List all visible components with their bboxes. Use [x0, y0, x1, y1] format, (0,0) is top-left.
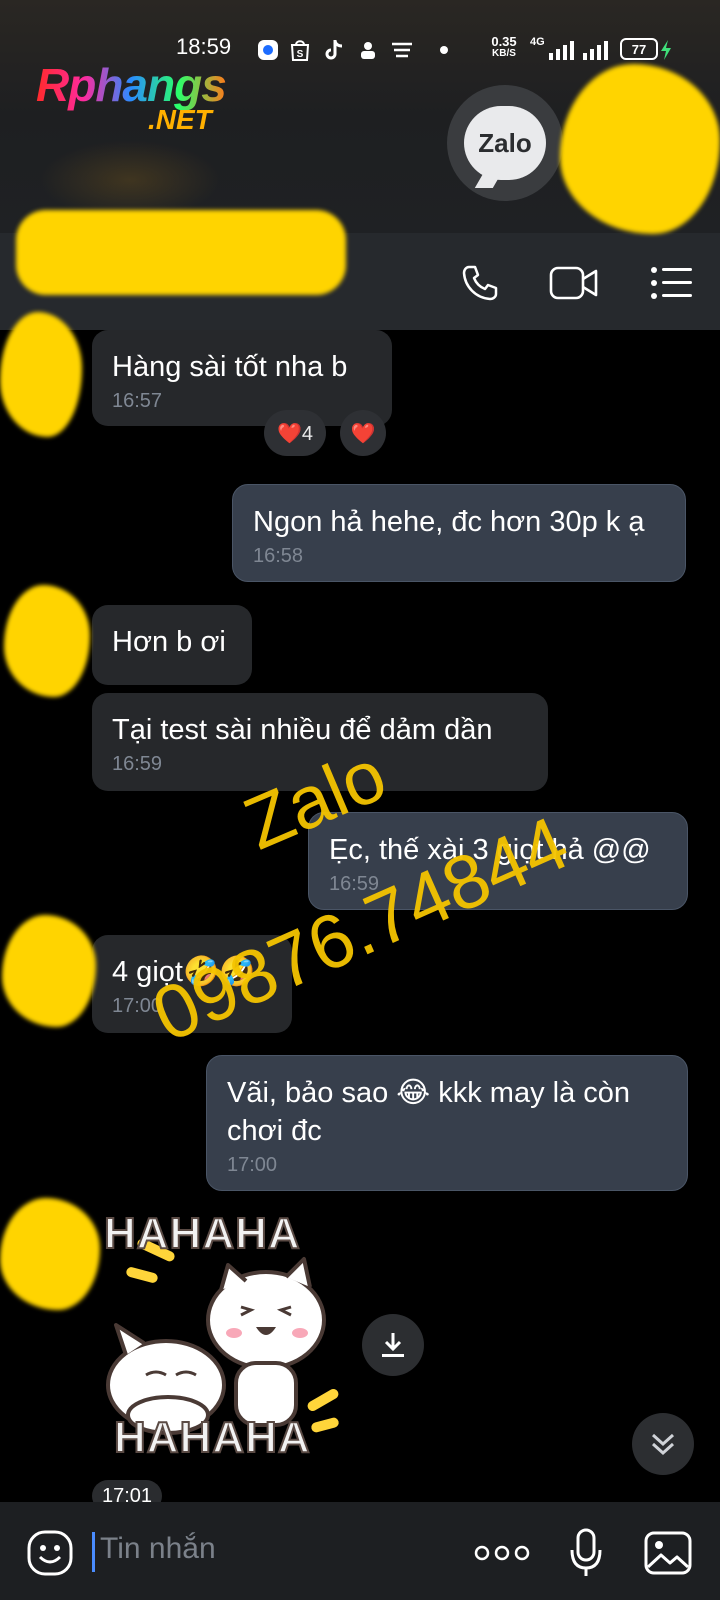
network-speed: 0.35 KB/S [491, 34, 517, 59]
message-time: 16:58 [253, 545, 304, 567]
message-text: Vãi, bảo sao 😂 kkk may là còn chơi đc [227, 1077, 631, 1147]
download-icon [382, 1333, 404, 1357]
data-saver-icon [390, 38, 414, 62]
zalo-logo-text: Zalo [478, 127, 532, 158]
react-heart-button[interactable]: ❤️ [340, 410, 386, 456]
redaction-avatar [0, 312, 82, 437]
video-camera-icon [549, 266, 598, 300]
double-chevron-down-icon [651, 1433, 675, 1456]
scroll-to-bottom-button[interactable] [632, 1413, 694, 1475]
reaction-summary[interactable]: ❤️4 [264, 410, 326, 456]
more-options-button[interactable] [470, 1525, 534, 1581]
site-watermark-suffix: .NET [148, 104, 212, 135]
svg-text:S: S [297, 49, 304, 60]
status-time: 18:59 [176, 34, 232, 59]
message-text: Ngon hả hehe, đc hơn 30p k ạ [253, 506, 645, 538]
message-text: Hơn b ơi [112, 626, 226, 658]
shopee-icon: S [288, 38, 312, 62]
app-notification-icon [256, 38, 280, 62]
redaction-avatar [560, 64, 720, 234]
text-caret [92, 1532, 95, 1572]
notification-dot-icon [432, 38, 456, 62]
message-text: Tại test sài nhiều để dảm dần [112, 714, 493, 746]
message-sent[interactable]: Vãi, bảo sao 😂 kkk may là còn chơi đc 17… [206, 1055, 688, 1191]
sticker-image[interactable]: HAHAHA HAHAHA [96, 1208, 356, 1475]
smiley-icon [27, 1530, 73, 1576]
send-image-button[interactable] [640, 1525, 696, 1581]
download-sticker-button[interactable] [362, 1314, 424, 1376]
redaction-contact-name [16, 210, 346, 295]
image-gallery-icon [644, 1531, 692, 1575]
sticker-text-top: HAHAHA [103, 1208, 301, 1259]
emoji-button[interactable] [22, 1525, 78, 1581]
redaction-avatar [0, 1198, 100, 1310]
chat-options-button[interactable] [646, 257, 698, 309]
message-time: 16:57 [112, 390, 163, 412]
more-dots-icon [474, 1545, 530, 1561]
battery-level: 77 [631, 41, 647, 57]
voice-message-button[interactable] [558, 1525, 614, 1581]
message-input[interactable] [100, 1532, 430, 1566]
zalo-app-badge: Zalo [447, 85, 563, 201]
charging-icon [658, 38, 674, 62]
vpn-icon [356, 38, 380, 62]
zalo-logo-icon: Zalo [464, 106, 546, 180]
menu-list-icon [651, 267, 692, 299]
message-received[interactable]: Hơn b ơi [92, 605, 252, 685]
phone-icon [462, 265, 498, 301]
signal-strength-2-icon [582, 38, 608, 62]
battery-indicator: 77 [620, 38, 658, 60]
network-type: 4G [530, 36, 545, 48]
tiktok-icon [322, 38, 346, 62]
message-received[interactable]: Hàng sài tốt nha b 16:57 [92, 330, 392, 426]
signal-strength-icon [548, 38, 574, 62]
sticker-text-bottom: HAHAHA [113, 1412, 311, 1463]
voice-call-button[interactable] [454, 257, 506, 309]
message-time: 17:00 [227, 1154, 278, 1176]
video-call-button[interactable] [548, 257, 600, 309]
message-text: Hàng sài tốt nha b [112, 351, 348, 383]
redaction-avatar [4, 585, 90, 697]
message-input-field[interactable] [92, 1530, 442, 1574]
redaction-avatar [2, 915, 96, 1027]
microphone-icon [570, 1528, 602, 1576]
message-sent[interactable]: Ngon hả hehe, đc hơn 30p k ạ 16:58 [232, 484, 686, 582]
wallpaper-shadow [40, 140, 220, 220]
